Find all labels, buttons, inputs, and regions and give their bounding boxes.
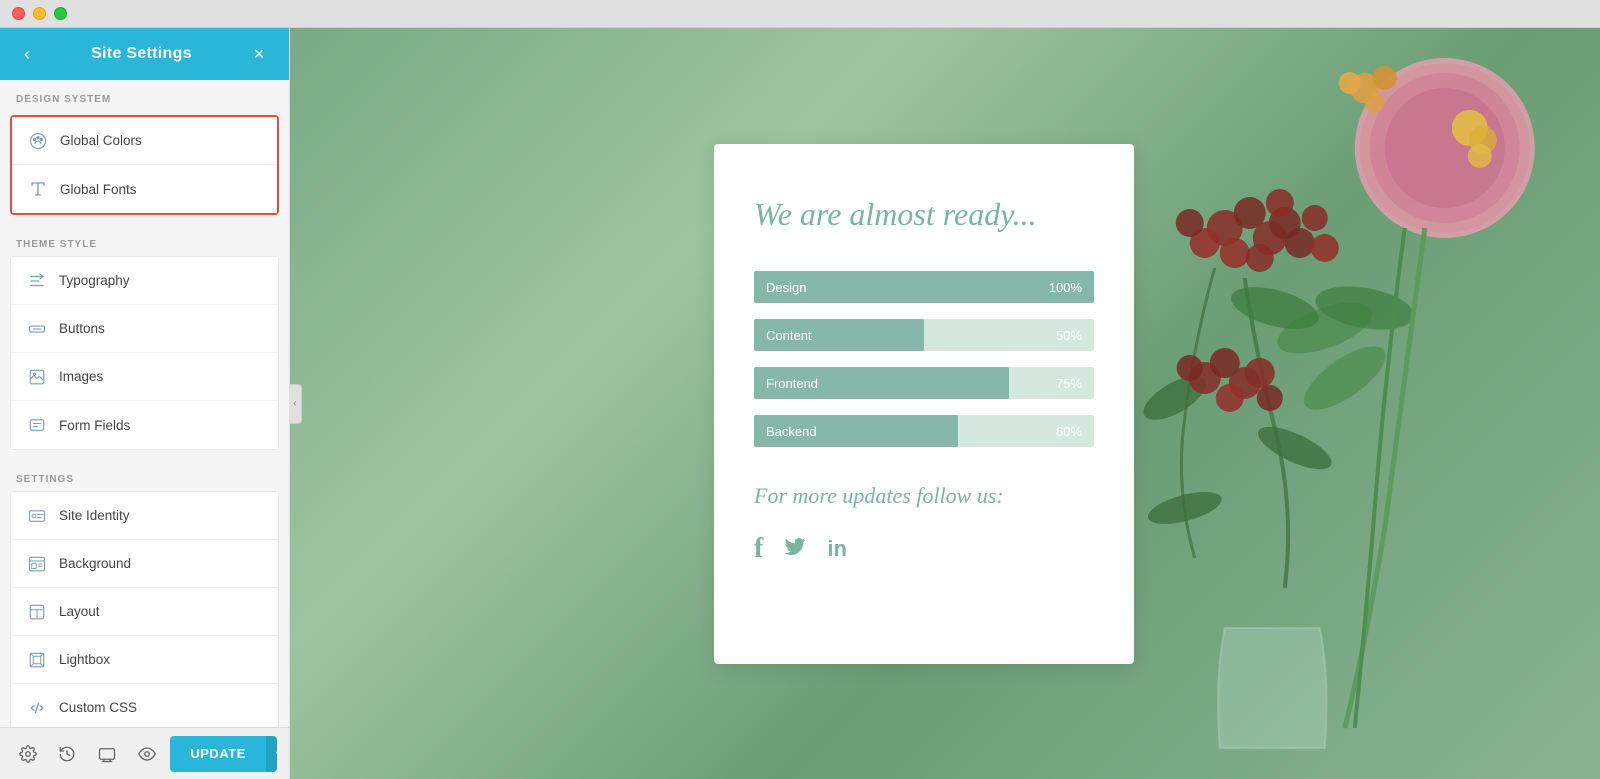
settings-footer-icon[interactable] [12, 736, 44, 772]
sidebar-item-form-fields[interactable]: Form Fields [11, 401, 278, 449]
twitter-icon [783, 534, 807, 565]
progress-label-design: Design [766, 280, 806, 295]
back-button[interactable]: ‹ [16, 40, 38, 69]
linkedin-icon: in [827, 536, 847, 562]
progress-track-content: Content 50% [754, 319, 1094, 351]
settings-label: SETTINGS [0, 460, 289, 491]
image-icon [27, 367, 47, 387]
history-icon[interactable] [52, 736, 84, 772]
sidebar-item-typography[interactable]: Typography [11, 257, 278, 305]
minimize-button[interactable] [33, 7, 46, 20]
settings-section: Site Identity Background [10, 491, 279, 727]
close-button[interactable] [12, 7, 25, 20]
update-dropdown-button[interactable]: ▾ [266, 736, 277, 772]
progress-bar-content: Content 50% [754, 319, 1094, 351]
background-label: Background [59, 556, 131, 571]
progress-pct-frontend: 75% [1056, 376, 1082, 391]
progress-bar-backend: Backend 60% [754, 415, 1094, 447]
identity-icon [27, 506, 47, 526]
lightbox-icon [27, 650, 47, 670]
typography-label: Typography [59, 273, 130, 288]
close-panel-button[interactable]: × [245, 40, 273, 68]
update-btn-group: UPDATE ▾ [170, 736, 277, 772]
preview-area: We are almost ready... Design 100% Conte… [290, 28, 1600, 779]
heading-icon [27, 271, 47, 291]
maximize-button[interactable] [54, 7, 67, 20]
theme-style-section: Typography Buttons [10, 256, 279, 450]
form-icon [27, 415, 47, 435]
sidebar-item-custom-css[interactable]: Custom CSS [11, 684, 278, 727]
progress-bar-frontend: Frontend 75% [754, 367, 1094, 399]
layout-icon [27, 602, 47, 622]
preview-icon[interactable] [131, 736, 163, 772]
type-icon [28, 179, 48, 199]
layout-label: Layout [59, 604, 100, 619]
progress-pct-design: 100% [1049, 280, 1082, 295]
sidebar-item-images[interactable]: Images [11, 353, 278, 401]
facebook-icon: f [754, 533, 763, 565]
progress-label-content: Content [766, 328, 812, 343]
sidebar-title: Site Settings [91, 45, 192, 63]
progress-label-frontend: Frontend [766, 376, 818, 391]
form-fields-label: Form Fields [59, 418, 130, 433]
buttons-label: Buttons [59, 321, 105, 336]
progress-pct-content: 50% [1056, 328, 1082, 343]
progress-label-backend: Backend [766, 424, 817, 439]
sidebar-item-global-colors[interactable]: Global Colors [12, 117, 277, 165]
progress-track-design: Design 100% [754, 271, 1094, 303]
custom-css-label: Custom CSS [59, 700, 137, 715]
responsive-icon[interactable] [91, 736, 123, 772]
sidebar-item-buttons[interactable]: Buttons [11, 305, 278, 353]
app-container: ‹ Site Settings × DESIGN SYSTEM [0, 28, 1600, 779]
content-card: We are almost ready... Design 100% Conte… [714, 144, 1134, 664]
window-chrome [0, 0, 1600, 28]
sidebar-item-global-fonts[interactable]: Global Fonts [12, 165, 277, 213]
progress-track-backend: Backend 60% [754, 415, 1094, 447]
site-identity-label: Site Identity [59, 508, 130, 523]
collapse-handle[interactable]: ‹ [289, 384, 302, 424]
progress-pct-backend: 60% [1056, 424, 1082, 439]
sidebar-item-site-identity[interactable]: Site Identity [11, 492, 278, 540]
update-button[interactable]: UPDATE [170, 736, 265, 772]
sidebar-header: ‹ Site Settings × [0, 28, 289, 80]
background-icon [27, 554, 47, 574]
sidebar-item-background[interactable]: Background [11, 540, 278, 588]
sidebar-item-layout[interactable]: Layout [11, 588, 278, 636]
social-icons: f in [754, 533, 1094, 565]
sidebar-item-lightbox[interactable]: Lightbox [11, 636, 278, 684]
sidebar-footer: UPDATE ▾ [0, 727, 289, 779]
css-icon [27, 698, 47, 718]
global-fonts-label: Global Fonts [60, 182, 137, 197]
palette-icon [28, 131, 48, 151]
button-icon [27, 319, 47, 339]
sidebar: ‹ Site Settings × DESIGN SYSTEM [0, 28, 290, 779]
design-system-box: Global Colors Global Fonts [10, 115, 279, 215]
images-label: Images [59, 369, 103, 384]
progress-bar-design: Design 100% [754, 271, 1094, 303]
global-colors-label: Global Colors [60, 133, 142, 148]
design-system-label: DESIGN SYSTEM [0, 80, 289, 111]
progress-track-frontend: Frontend 75% [754, 367, 1094, 399]
lightbox-label: Lightbox [59, 652, 110, 667]
card-title: We are almost ready... [754, 194, 1094, 236]
theme-style-label: THEME STYLE [0, 225, 289, 256]
card-subtitle: For more updates follow us: [754, 483, 1094, 509]
sidebar-content: DESIGN SYSTEM Global Colors [0, 80, 289, 727]
